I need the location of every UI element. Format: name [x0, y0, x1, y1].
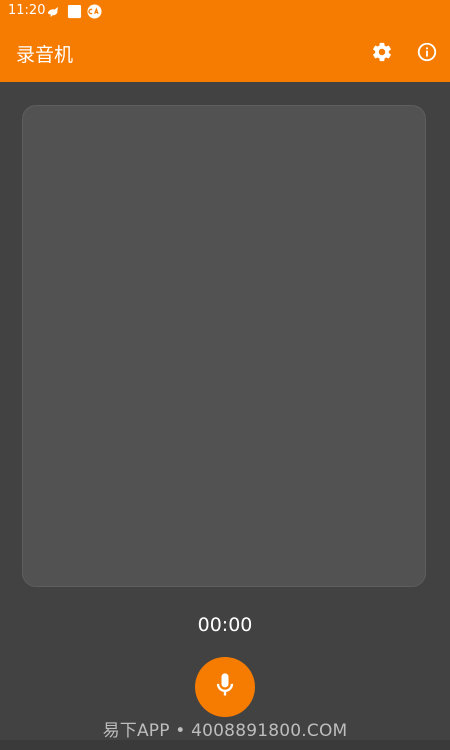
app-title: 录音机	[16, 44, 74, 66]
status-bar: 11:20	[0, 0, 450, 24]
settings-icon	[371, 41, 393, 63]
ca-badge-icon	[87, 4, 102, 19]
status-time: 11:20	[8, 3, 46, 18]
watermark-text: 易下APP • 4008891800.COM	[102, 721, 348, 741]
square-icon	[67, 4, 82, 19]
microphone-icon	[211, 671, 239, 703]
waveform-panel	[22, 105, 426, 587]
info-icon	[416, 41, 438, 63]
bottom-edge	[0, 740, 450, 750]
recording-timer: 00:00	[197, 614, 253, 636]
record-button[interactable]	[195, 657, 255, 717]
settings-button[interactable]	[369, 39, 395, 65]
recorder-screen: 11:20 录音机 00:00 易下APP • 4008891800.COM	[0, 0, 450, 750]
app-header: 11:20 录音机	[0, 0, 450, 82]
notification-bird-icon	[46, 4, 61, 19]
info-button[interactable]	[414, 39, 440, 65]
